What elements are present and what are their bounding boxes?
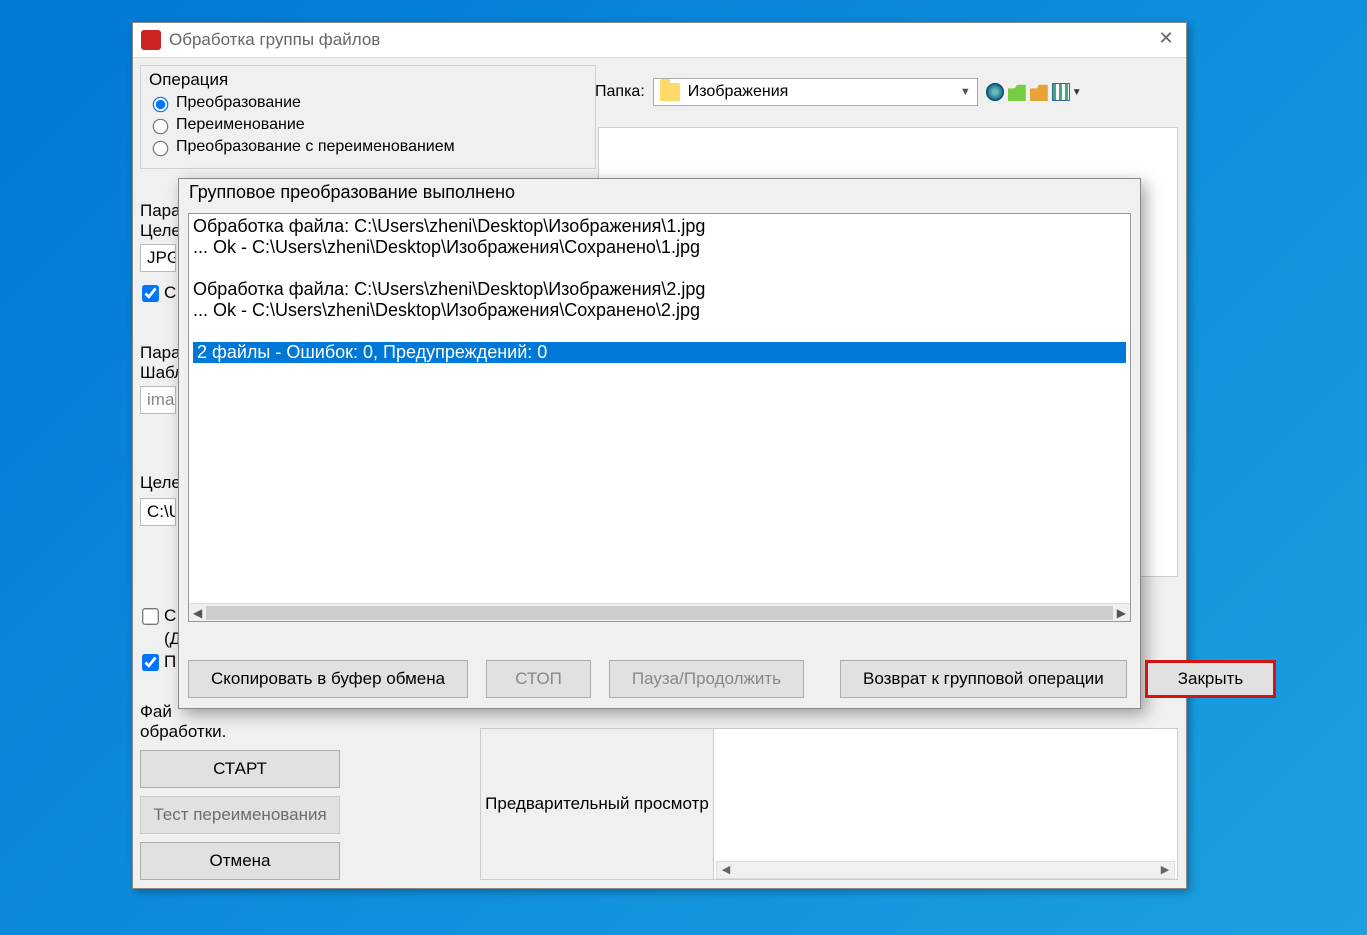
- app-icon: [141, 30, 161, 50]
- stop-button: СТОП: [486, 660, 591, 698]
- pause-continue-button: Пауза/Продолжить: [609, 660, 804, 698]
- preview-panel: Предварительный просмотр ◀ ▶: [480, 728, 1178, 880]
- operation-panel: Операция Преобразование Переименование П…: [140, 65, 596, 169]
- preview-canvas: ◀ ▶: [713, 729, 1177, 879]
- scroll-left-icon[interactable]: ◀: [717, 862, 735, 878]
- files-label: Фай: [140, 702, 172, 721]
- grid-icon: [1052, 83, 1070, 101]
- scrollbar-track[interactable]: [206, 606, 1113, 620]
- chevron-down-icon: ▼: [1072, 87, 1082, 98]
- operation-legend: Операция: [149, 70, 587, 90]
- view-menu[interactable]: ▼: [1052, 83, 1082, 101]
- titlebar: Обработка группы файлов ✕: [133, 23, 1186, 58]
- checkbox-2[interactable]: П: [140, 652, 181, 672]
- dialog-buttons: Скопировать в буфер обмена СТОП Пауза/Пр…: [188, 660, 1131, 698]
- pattern-input[interactable]: imag: [140, 386, 176, 414]
- open-folder-icon[interactable]: [1030, 83, 1048, 101]
- log-box: Обработка файла: C:\Users\zheni\Desktop\…: [188, 213, 1131, 622]
- target-path-input[interactable]: C:\U: [140, 498, 176, 526]
- folder-row: Папка: Изображения ▼ ▼: [595, 78, 1082, 106]
- log-line: Обработка файла: C:\Users\zheni\Desktop\…: [193, 279, 1126, 300]
- radio-rename[interactable]: Переименование: [149, 116, 587, 134]
- sub-label: (Д: [140, 629, 181, 649]
- folder-label: Папка:: [595, 83, 645, 101]
- completion-dialog: Групповое преобразование выполнено Обраб…: [178, 178, 1141, 709]
- scroll-left-icon[interactable]: ◀: [193, 606, 202, 620]
- test-rename-button: Тест переименования: [140, 796, 340, 834]
- preview-scrollbar[interactable]: ◀ ▶: [716, 861, 1175, 879]
- preview-label: Предварительный просмотр: [481, 729, 713, 879]
- start-button[interactable]: СТАРТ: [140, 750, 340, 788]
- close-icon[interactable]: ✕: [1154, 28, 1178, 52]
- chevron-down-icon: ▼: [960, 86, 971, 98]
- scroll-right-icon[interactable]: ▶: [1117, 606, 1126, 620]
- new-folder-icon[interactable]: [1008, 83, 1026, 101]
- log-line: Обработка файла: C:\Users\zheni\Desktop\…: [193, 216, 1126, 237]
- log-scrollbar[interactable]: ◀ ▶: [189, 603, 1130, 621]
- folder-select[interactable]: Изображения ▼: [653, 78, 978, 106]
- return-button[interactable]: Возврат к групповой операции: [840, 660, 1127, 698]
- footer-left: Фай обработки. СТАРТ Тест переименования…: [140, 702, 340, 880]
- log-summary: 2 файлы - Ошибок: 0, Предупреждений: 0: [193, 342, 1126, 363]
- log-line: ... Ok - C:\Users\zheni\Desktop\Изображе…: [193, 300, 1126, 321]
- log-content: Обработка файла: C:\Users\zheni\Desktop\…: [189, 214, 1130, 365]
- processing-label: обработки.: [140, 722, 226, 741]
- checkbox-1[interactable]: С: [140, 606, 181, 626]
- folder-toolbar: ▼: [986, 83, 1082, 101]
- format-select[interactable]: JPG: [140, 244, 176, 272]
- window-title: Обработка группы файлов: [169, 30, 1154, 50]
- scroll-right-icon[interactable]: ▶: [1156, 862, 1174, 878]
- log-line: ... Ok - C:\Users\zheni\Desktop\Изображе…: [193, 237, 1126, 258]
- radio-convert[interactable]: Преобразование: [149, 94, 587, 112]
- checks-block: С (Д П: [140, 601, 181, 675]
- dialog-title: Групповое преобразование выполнено: [179, 179, 1140, 209]
- cancel-button[interactable]: Отмена: [140, 842, 340, 880]
- radio-convert-rename[interactable]: Преобразование с переименованием: [149, 138, 587, 156]
- copy-clipboard-button[interactable]: Скопировать в буфер обмена: [188, 660, 468, 698]
- close-button[interactable]: Закрыть: [1145, 660, 1276, 698]
- globe-icon[interactable]: [986, 83, 1004, 101]
- folder-icon: [660, 83, 680, 101]
